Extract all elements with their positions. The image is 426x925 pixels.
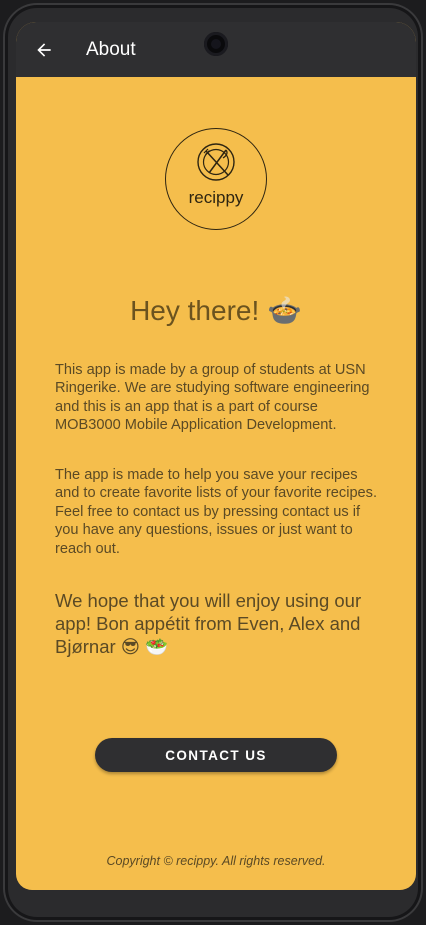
closing-message: We hope that you will enjoy using our ap… [55, 590, 362, 657]
back-button[interactable] [28, 34, 60, 66]
plate-fork-knife-icon [197, 143, 235, 181]
copyright-footer: Copyright © recippy. All rights reserved… [106, 854, 326, 868]
recippy-logo: recippy [165, 128, 267, 230]
logo-text: recippy [188, 188, 244, 207]
about-paragraph-2: The app is made to help you save your re… [55, 467, 378, 557]
camera-cutout [204, 32, 228, 56]
page-title: About [86, 39, 136, 60]
arrow-left-icon [37, 43, 51, 57]
app-bar: About [16, 22, 416, 77]
contact-us-button[interactable]: CONTACT US [95, 738, 337, 772]
greeting-heading: Hey there! 🍲 [130, 295, 302, 326]
about-paragraph-1: This app is made by a group of students … [55, 362, 370, 434]
screen: About recippy Hey there! 🍲 This app is m… [16, 22, 416, 890]
